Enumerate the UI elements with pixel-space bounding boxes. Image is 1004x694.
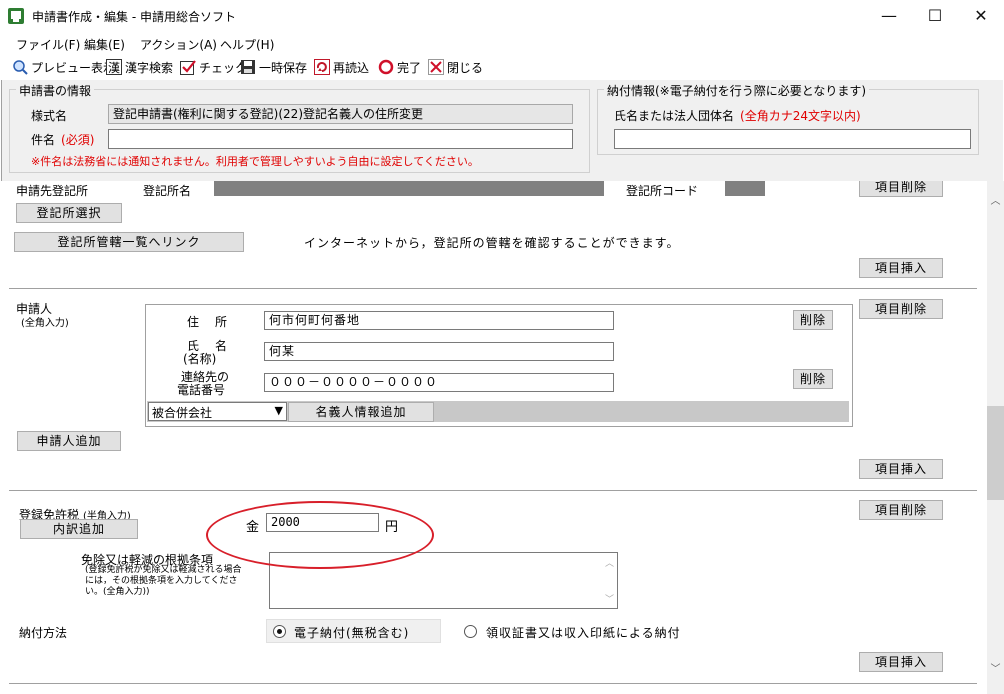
scrollbar-thumb[interactable] (987, 406, 1004, 500)
form-name-field: 登記申請書(権利に関する登記)(22)登記名義人の住所変更 (108, 104, 573, 124)
check-button[interactable]: チェック (180, 58, 247, 76)
title-bar: 申請書作成・編集 - 申請用総合ソフト — ☐ ✕ (0, 0, 1004, 32)
phone-input[interactable]: ０００－００００－００００ (264, 373, 614, 392)
maximize-button[interactable]: ☐ (912, 0, 958, 32)
scroll-up-icon: ︿ (604, 559, 614, 569)
complete-label: 完了 (397, 60, 422, 75)
name-input[interactable]: 何某 (264, 342, 614, 361)
add-applicant-button[interactable]: 申請人追加 (17, 431, 121, 451)
address-delete-button[interactable]: 削除 (793, 310, 833, 330)
scroll-down-arrow-icon[interactable]: ﹀ (987, 661, 1004, 678)
reload-label: 再読込 (333, 60, 370, 75)
complete-button[interactable]: 完了 (378, 58, 421, 76)
svg-text:漢: 漢 (108, 61, 120, 75)
payer-name-hint: (全角カナ24文字以内) (740, 109, 861, 123)
office-link-button[interactable]: 登記所管轄一覧へリンク (14, 232, 244, 252)
form-content: 申請先登記所 登記所名 登記所コード 項目削除 登記所選択 登記所管轄一覧へリン… (1, 181, 987, 694)
merged-company-select[interactable]: 被合併会社 ▼ (148, 402, 287, 421)
office-name-label: 登記所名 (143, 184, 192, 198)
exemption-hint: (登録免許税が免除又は軽減される場合には，その根拠条項を入力してください。(全角… (85, 565, 242, 597)
form-name-label: 様式名 (31, 109, 68, 123)
menu-action[interactable]: アクション(A) (140, 36, 217, 53)
toolbar: プレビュー表示 漢 漢字検索 チェック 一時保存 再読込 完了 閉じる (0, 54, 1004, 80)
registry-delete-button[interactable]: 項目削除 (859, 181, 943, 197)
office-code-label: 登記所コード (626, 184, 699, 198)
preview-button[interactable]: プレビュー表示 (12, 58, 115, 76)
menu-edit[interactable]: 編集(E) (84, 36, 125, 53)
payer-name-input[interactable] (614, 129, 971, 149)
divider (9, 683, 977, 684)
divider (9, 490, 977, 491)
floppy-icon (240, 59, 256, 75)
reload-icon (314, 59, 330, 75)
phone-delete-button[interactable]: 削除 (793, 369, 833, 389)
menu-bar: ファイル(F) 編集(E) アクション(A) ヘルプ(H) (0, 32, 1004, 54)
app-icon (8, 8, 24, 24)
payer-name-label: 氏名または法人団体名 (全角カナ24文字以内) (614, 107, 861, 124)
payment-method-label: 納付方法 (19, 626, 68, 640)
menu-file[interactable]: ファイル(F) (16, 36, 80, 53)
phone-label-2: 電話番号 (177, 383, 226, 397)
tax-delete-button[interactable]: 項目削除 (859, 500, 943, 520)
chevron-down-icon: ▼ (274, 404, 283, 417)
tax-insert-button[interactable]: 項目挿入 (859, 652, 943, 672)
highlight-ellipse (206, 501, 434, 569)
window-title: 申請書作成・編集 - 申請用総合ソフト (32, 10, 236, 24)
office-info-text: インターネットから，登記所の管轄を確認することができます。 (304, 236, 680, 250)
preview-label: プレビュー表示 (31, 60, 116, 75)
applicant-insert-button[interactable]: 項目挿入 (859, 459, 943, 479)
menu-help[interactable]: ヘルプ(H) (220, 36, 274, 53)
scroll-down-icon: ﹀ (604, 595, 614, 605)
scroll-up-arrow-icon[interactable]: ︿ (987, 193, 1004, 210)
applicant-delete-button[interactable]: 項目削除 (859, 299, 943, 319)
office-select-button[interactable]: 登記所選択 (16, 203, 122, 223)
application-info-title: 申請書の情報 (16, 82, 95, 99)
divider (9, 288, 977, 289)
circle-icon (378, 59, 394, 75)
address-label: 住 所 (187, 315, 230, 329)
office-name-field (214, 181, 604, 196)
subject-input[interactable] (108, 129, 573, 149)
vertical-scrollbar[interactable]: ︿ ﹀ (987, 181, 1004, 694)
kanji-icon: 漢 (106, 59, 122, 75)
registry-section-label: 申請先登記所 (16, 184, 89, 198)
address-input[interactable]: 何市何町何番地 (264, 311, 614, 330)
kanji-search-label: 漢字検索 (125, 60, 174, 75)
close-icon (428, 59, 444, 75)
stamp-payment-radio[interactable] (464, 625, 477, 638)
breakdown-add-button[interactable]: 内訳追加 (20, 519, 138, 539)
magnifier-icon (12, 59, 28, 75)
applicant-section-hint: (全角入力) (21, 318, 69, 329)
reload-button[interactable]: 再読込 (314, 58, 369, 76)
close-button[interactable]: 閉じる (428, 58, 483, 76)
electronic-payment-radio[interactable] (273, 625, 286, 638)
electronic-payment-label: 電子納付(無税含む) (294, 626, 410, 640)
kanji-search-button[interactable]: 漢 漢字検索 (106, 58, 173, 76)
temp-save-button[interactable]: 一時保存 (240, 58, 307, 76)
minimize-button[interactable]: — (866, 0, 912, 32)
add-nominee-button[interactable]: 名義人情報追加 (288, 402, 434, 422)
name-label-2: (名称) (183, 352, 217, 366)
registry-insert-button[interactable]: 項目挿入 (859, 258, 943, 278)
required-mark: (必須) (61, 133, 95, 147)
subject-label: 件名 (必須) (31, 131, 94, 148)
merged-company-value: 被合併会社 (152, 406, 213, 420)
checkbox-icon (180, 59, 196, 75)
temp-save-label: 一時保存 (259, 60, 308, 75)
office-code-field (725, 181, 765, 196)
payer-name-label-text: 氏名または法人団体名 (614, 109, 735, 123)
payment-info-title: 納付情報(※電子納付を行う際に必要となります) (604, 82, 870, 99)
close-window-button[interactable]: ✕ (958, 0, 1004, 32)
subject-label-text: 件名 (31, 133, 56, 147)
subject-note: ※件名は法務省には通知されません。利用者で管理しやすいよう自由に設定してください… (31, 155, 479, 168)
stamp-payment-label: 領収証書又は収入印紙による納付 (486, 626, 681, 640)
close-label: 閉じる (447, 60, 484, 75)
